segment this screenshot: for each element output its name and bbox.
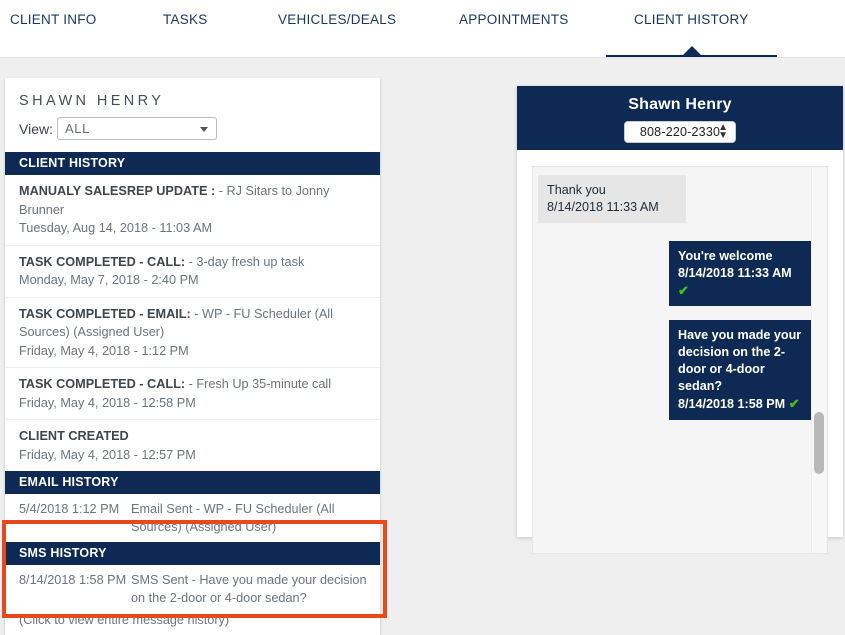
page-title: SHAWN HENRY: [19, 93, 165, 109]
client-history-row-title: TASK COMPLETED - CALL:: [19, 377, 186, 391]
client-history-card: SHAWN HENRY View: ALL CLIENT HISTORY MAN…: [5, 78, 380, 635]
sms-conversation-card: Shawn Henry 808-220-2330 ▲ ▼ Thank you 8/1…: [517, 86, 843, 554]
sms-bubble-timestamp: 8/14/2018 11:33 AM: [678, 266, 792, 280]
tab-appointments[interactable]: APPOINTMENTS: [459, 12, 569, 27]
chat-scrollbar-thumb[interactable]: [814, 412, 824, 474]
client-history-row: CLIENT CREATED Friday, May 4, 2018 - 12:5…: [5, 420, 380, 471]
client-history-row-date: Friday, May 4, 2018 - 12:57 PM: [19, 447, 196, 462]
tab-vehicles-deals[interactable]: VEHICLES/DEALS: [278, 12, 396, 27]
sms-bubble-text: Have you made your decision on the 2-doo…: [678, 328, 802, 393]
client-history-list: MANUALY SALESREP UPDATE : - RJ Sitars to…: [5, 175, 380, 471]
email-history-list: 5/4/2018 1:12 PM Email Sent - WP - FU Sch…: [5, 494, 380, 542]
tab-tasks[interactable]: TASKS: [163, 12, 208, 27]
client-history-row-title: TASK COMPLETED - CALL:: [19, 254, 186, 269]
view-filter-row: View: ALL: [5, 109, 380, 152]
sms-history-row-text: SMS Sent - Have you made your decision o…: [131, 573, 367, 605]
sms-history-row-date: 8/14/2018 1:58 PM: [19, 573, 127, 587]
sms-message-scroll-area[interactable]: Thank you 8/14/2018 11:33 AM You're welcom…: [532, 166, 828, 554]
section-header-email-history: EMAIL HISTORY: [5, 471, 380, 494]
delivered-check-icon: ✔: [785, 396, 800, 411]
client-history-row-date: Friday, May 4, 2018 - 12:58 PM: [19, 395, 196, 410]
view-select[interactable]: ALL: [56, 117, 217, 140]
phone-number-select[interactable]: 808-220-2330 ▲ ▼: [624, 121, 736, 143]
client-history-row: MANUALY SALESREP UPDATE : - RJ Sitars to…: [5, 175, 380, 246]
client-history-row-title: CLIENT CREATED: [19, 429, 129, 443]
sms-history-note: (Click to view entire message history): [19, 613, 230, 627]
sms-history-list[interactable]: 8/14/2018 1:58 PM SMS Sent - Have you mad…: [5, 565, 380, 613]
view-select-value: ALL: [64, 121, 90, 136]
email-history-row: 5/4/2018 1:12 PM Email Sent - WP - FU Sch…: [5, 494, 380, 542]
client-history-row: TASK COMPLETED - EMAIL: - WP - FU Schedu…: [5, 298, 380, 368]
chat-scrollbar[interactable]: [811, 168, 826, 553]
chevron-down-icon: [199, 127, 208, 132]
client-history-row-detail: - 3-day fresh up task: [185, 254, 305, 269]
client-history-row: TASK COMPLETED - CALL: - 3-day fresh up …: [5, 246, 380, 298]
sms-conversation-header: Shawn Henry 808-220-2330 ▲ ▼: [517, 86, 843, 150]
sms-bubble-text: You're welcome: [678, 249, 773, 263]
tab-bar-divider: [0, 57, 845, 58]
client-history-row-title: MANUALY SALESREP UPDATE :: [19, 184, 216, 198]
client-history-row-detail: - Fresh Up 35-minute call: [185, 377, 332, 391]
sms-contact-name: Shawn Henry: [628, 96, 732, 113]
section-header-sms-history: SMS HISTORY: [5, 542, 380, 565]
view-label: View:: [19, 120, 53, 137]
main-tab-bar: CLIENT INFO TASKS VEHICLES/DEALS APPOINTMEN…: [0, 0, 845, 58]
phone-number-value: 808-220-2330: [639, 125, 721, 139]
email-history-row-date: 5/4/2018 1:12 PM: [19, 502, 120, 516]
sms-bubble-outgoing: Have you made your decision on the 2-doo…: [669, 320, 812, 420]
section-header-client-history: CLIENT HISTORY: [5, 152, 380, 175]
sms-bubble-timestamp: 8/14/2018 1:58 PM ✔: [678, 396, 800, 411]
spinner-updown-icon: ▲ ▼: [718, 122, 728, 141]
client-history-row-date: Monday, May 7, 2018 - 2:40 PM: [19, 273, 199, 287]
client-history-row-date: Friday, May 4, 2018 - 1:12 PM: [19, 343, 189, 358]
sms-bubble-incoming: Thank you 8/14/2018 11:33 AM: [538, 175, 686, 223]
sms-bubble-timestamp: 8/14/2018 11:33 AM: [547, 200, 659, 214]
email-history-row-text: Email Sent - WP - FU Scheduler (All Sour…: [131, 502, 335, 534]
tab-client-history[interactable]: CLIENT HISTORY: [634, 12, 749, 27]
client-history-row: TASK COMPLETED - CALL: - Fresh Up 35-min…: [5, 368, 380, 420]
tab-client-info[interactable]: CLIENT INFO: [10, 12, 97, 27]
sms-message-list: Thank you 8/14/2018 11:33 AM You're welcom…: [533, 167, 814, 434]
active-tab-caret-icon: [682, 46, 701, 55]
client-history-row-date: Tuesday, Aug 14, 2018 - 11:03 AM: [19, 221, 213, 235]
sms-bubble-outgoing: You're welcome 8/14/2018 11:33 AM ✔: [669, 241, 812, 306]
client-history-row-title: TASK COMPLETED - EMAIL:: [19, 306, 191, 321]
sms-bubble-text: Thank you: [547, 183, 606, 197]
delivered-check-icon: ✔: [678, 283, 689, 298]
sms-history-row[interactable]: 8/14/2018 1:58 PM SMS Sent - Have you mad…: [5, 565, 380, 613]
